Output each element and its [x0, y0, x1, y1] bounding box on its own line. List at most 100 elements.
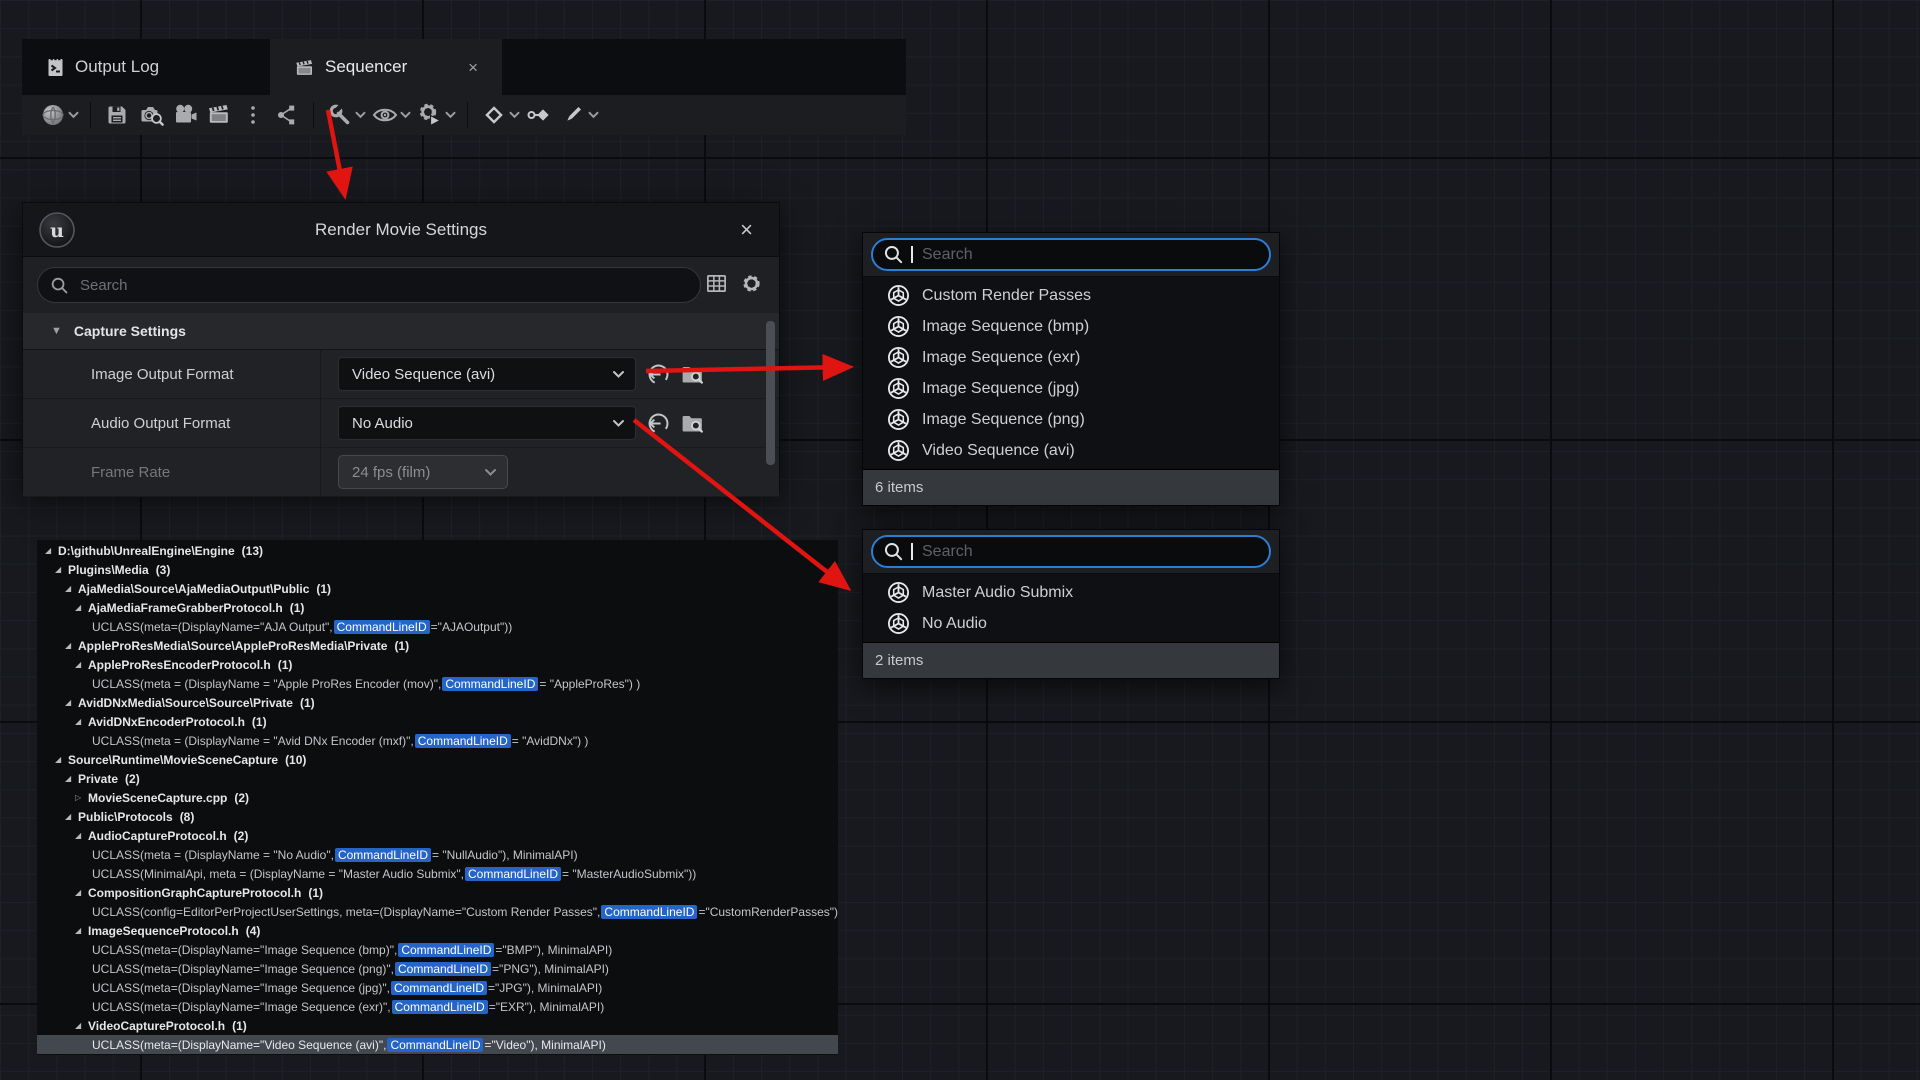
- list-item-label: No Audio: [922, 615, 987, 633]
- reset-to-default-icon[interactable]: [646, 411, 671, 436]
- search-result-line[interactable]: UCLASS(config=EditorPerProjectUserSettin…: [37, 902, 838, 921]
- audio-output-format-dropdown[interactable]: No Audio: [338, 406, 636, 440]
- tab-output-log[interactable]: Output Log: [22, 39, 270, 95]
- search-result-line[interactable]: UCLASS(meta=(DisplayName="Image Sequence…: [37, 940, 838, 959]
- search-result-line[interactable]: UCLASS(meta = (DisplayName = "Avid DNx E…: [37, 731, 838, 750]
- expanded-arrow-icon[interactable]: ◢: [75, 831, 88, 840]
- tree-node[interactable]: ◢Source\Runtime\MovieSceneCapture(10): [37, 750, 838, 769]
- tree-node[interactable]: ◢VideoCaptureProtocol.h(1): [37, 1016, 838, 1035]
- chevron-down-icon[interactable]: [445, 111, 456, 119]
- search-input[interactable]: [78, 276, 688, 295]
- search-result-line[interactable]: UCLASS(meta=(DisplayName="Video Sequence…: [37, 1035, 838, 1054]
- search-result-line[interactable]: UCLASS(meta=(DisplayName="Image Sequence…: [37, 959, 838, 978]
- expanded-arrow-icon[interactable]: ◢: [55, 755, 68, 764]
- details-search-bar[interactable]: [37, 267, 701, 303]
- chevron-down-icon[interactable]: [400, 111, 411, 119]
- list-item[interactable]: Image Sequence (bmp): [863, 311, 1279, 342]
- list-item[interactable]: Image Sequence (png): [863, 404, 1279, 435]
- list-item[interactable]: Custom Render Passes: [863, 280, 1279, 311]
- dialog-close-icon[interactable]: ×: [740, 203, 753, 256]
- curve-pencil-button[interactable]: [558, 100, 588, 130]
- capture-settings-section-header[interactable]: ▼ Capture Settings: [23, 313, 779, 350]
- keyframe-button[interactable]: [479, 100, 509, 130]
- search-result-line[interactable]: UCLASS(meta = (DisplayName = "No Audio",…: [37, 845, 838, 864]
- popup-search-row: [863, 233, 1279, 277]
- expanded-arrow-icon[interactable]: ◢: [65, 584, 78, 593]
- tree-node[interactable]: ◢Plugins\Media(3): [37, 560, 838, 579]
- section-expand-triangle-icon[interactable]: ▼: [51, 325, 62, 337]
- popup-search-bar[interactable]: [871, 238, 1271, 271]
- search-result-line[interactable]: UCLASS(meta=(DisplayName="Image Sequence…: [37, 997, 838, 1016]
- settings-gear-icon[interactable]: [740, 272, 763, 295]
- list-item[interactable]: No Audio: [863, 608, 1279, 639]
- list-item[interactable]: Image Sequence (jpg): [863, 373, 1279, 404]
- reset-to-default-icon[interactable]: [646, 362, 671, 387]
- display-options-grid-icon[interactable]: [705, 272, 728, 295]
- search-result-line[interactable]: UCLASS(meta=(DisplayName="AJA Output", C…: [37, 617, 838, 636]
- wrench-button[interactable]: [325, 100, 355, 130]
- find-camera-button[interactable]: [136, 100, 166, 130]
- tree-node[interactable]: ◢CompositionGraphCaptureProtocol.h(1): [37, 883, 838, 902]
- expanded-arrow-icon[interactable]: ◢: [45, 546, 58, 555]
- expanded-arrow-icon[interactable]: ◢: [65, 812, 78, 821]
- tree-node[interactable]: ◢AudioCaptureProtocol.h(2): [37, 826, 838, 845]
- tree-node[interactable]: ◢Public\Protocols(8): [37, 807, 838, 826]
- expanded-arrow-icon[interactable]: ◢: [65, 641, 78, 650]
- dialog-search-row: [23, 257, 779, 313]
- tree-node[interactable]: ◢AppleProResMedia\Source\AppleProResMedi…: [37, 636, 838, 655]
- section-title: Capture Settings: [74, 323, 186, 339]
- expanded-arrow-icon[interactable]: ◢: [75, 717, 88, 726]
- tree-node[interactable]: ◢ImageSequenceProtocol.h(4): [37, 921, 838, 940]
- tab-close-icon[interactable]: ×: [462, 57, 484, 78]
- popup-search-input[interactable]: [920, 245, 1259, 265]
- tree-node[interactable]: ◢AppleProResEncoderProtocol.h(1): [37, 655, 838, 674]
- expanded-arrow-icon[interactable]: ◢: [75, 1021, 88, 1030]
- browse-folder-icon[interactable]: [680, 412, 705, 435]
- image-output-format-dropdown[interactable]: Video Sequence (avi): [338, 357, 636, 391]
- view-options-eye-button[interactable]: [370, 100, 400, 130]
- search-result-line[interactable]: UCLASS(meta = (DisplayName = "Apple ProR…: [37, 674, 838, 693]
- dropdown-value: Video Sequence (avi): [352, 366, 612, 383]
- expanded-arrow-icon[interactable]: ◢: [75, 926, 88, 935]
- tab-sequencer[interactable]: Sequencer ×: [270, 39, 502, 95]
- list-item[interactable]: Master Audio Submix: [863, 577, 1279, 608]
- expanded-arrow-icon[interactable]: ◢: [55, 565, 68, 574]
- expanded-arrow-icon[interactable]: ◢: [75, 660, 88, 669]
- tree-node-label: VideoCaptureProtocol.h: [88, 1019, 225, 1033]
- hierarchy-button[interactable]: [272, 100, 302, 130]
- chevron-down-icon[interactable]: [588, 111, 599, 119]
- chevron-down-icon[interactable]: [509, 111, 520, 119]
- chevron-down-icon[interactable]: [68, 111, 79, 119]
- tree-node[interactable]: ◢AjaMedia\Source\AjaMediaOutput\Public(1…: [37, 579, 838, 598]
- popup-search-input[interactable]: [920, 542, 1259, 562]
- dialog-titlebar[interactable]: u Render Movie Settings ×: [23, 203, 779, 257]
- tree-node[interactable]: ◢D:\github\UnrealEngine\Engine(13): [37, 541, 838, 560]
- auto-key-button[interactable]: [524, 100, 554, 130]
- expanded-arrow-icon[interactable]: ◢: [65, 774, 78, 783]
- popup-search-bar[interactable]: [871, 535, 1271, 568]
- dialog-scrollbar[interactable]: [766, 321, 775, 465]
- save-button[interactable]: [102, 100, 132, 130]
- expanded-arrow-icon[interactable]: ◢: [75, 888, 88, 897]
- expanded-arrow-icon[interactable]: ◢: [75, 603, 88, 612]
- match-count: (1): [290, 601, 305, 615]
- tree-node[interactable]: ◢AvidDNxEncoderProtocol.h(1): [37, 712, 838, 731]
- render-movie-button[interactable]: [204, 100, 234, 130]
- cine-camera-button[interactable]: [170, 100, 200, 130]
- playback-options-button[interactable]: [415, 100, 445, 130]
- tree-node[interactable]: ▷MovieSceneCapture.cpp(2): [37, 788, 838, 807]
- tree-node[interactable]: ◢Private(2): [37, 769, 838, 788]
- browse-folder-icon[interactable]: [680, 363, 705, 386]
- expanded-arrow-icon[interactable]: ◢: [65, 698, 78, 707]
- search-result-line[interactable]: UCLASS(MinimalApi, meta = (DisplayName =…: [37, 864, 838, 883]
- world-button[interactable]: [38, 100, 68, 130]
- chevron-down-icon[interactable]: [355, 111, 366, 119]
- tree-node-label: AvidDNxEncoderProtocol.h: [88, 715, 245, 729]
- tree-node[interactable]: ◢AvidDNxMedia\Source\Source\Private(1): [37, 693, 838, 712]
- list-item[interactable]: Image Sequence (exr): [863, 342, 1279, 373]
- search-result-line[interactable]: UCLASS(meta=(DisplayName="Image Sequence…: [37, 978, 838, 997]
- list-item[interactable]: Video Sequence (avi): [863, 435, 1279, 466]
- options-ellipsis-button[interactable]: [238, 100, 268, 130]
- tree-node[interactable]: ◢AjaMediaFrameGrabberProtocol.h(1): [37, 598, 838, 617]
- collapsed-arrow-icon[interactable]: ▷: [75, 793, 88, 802]
